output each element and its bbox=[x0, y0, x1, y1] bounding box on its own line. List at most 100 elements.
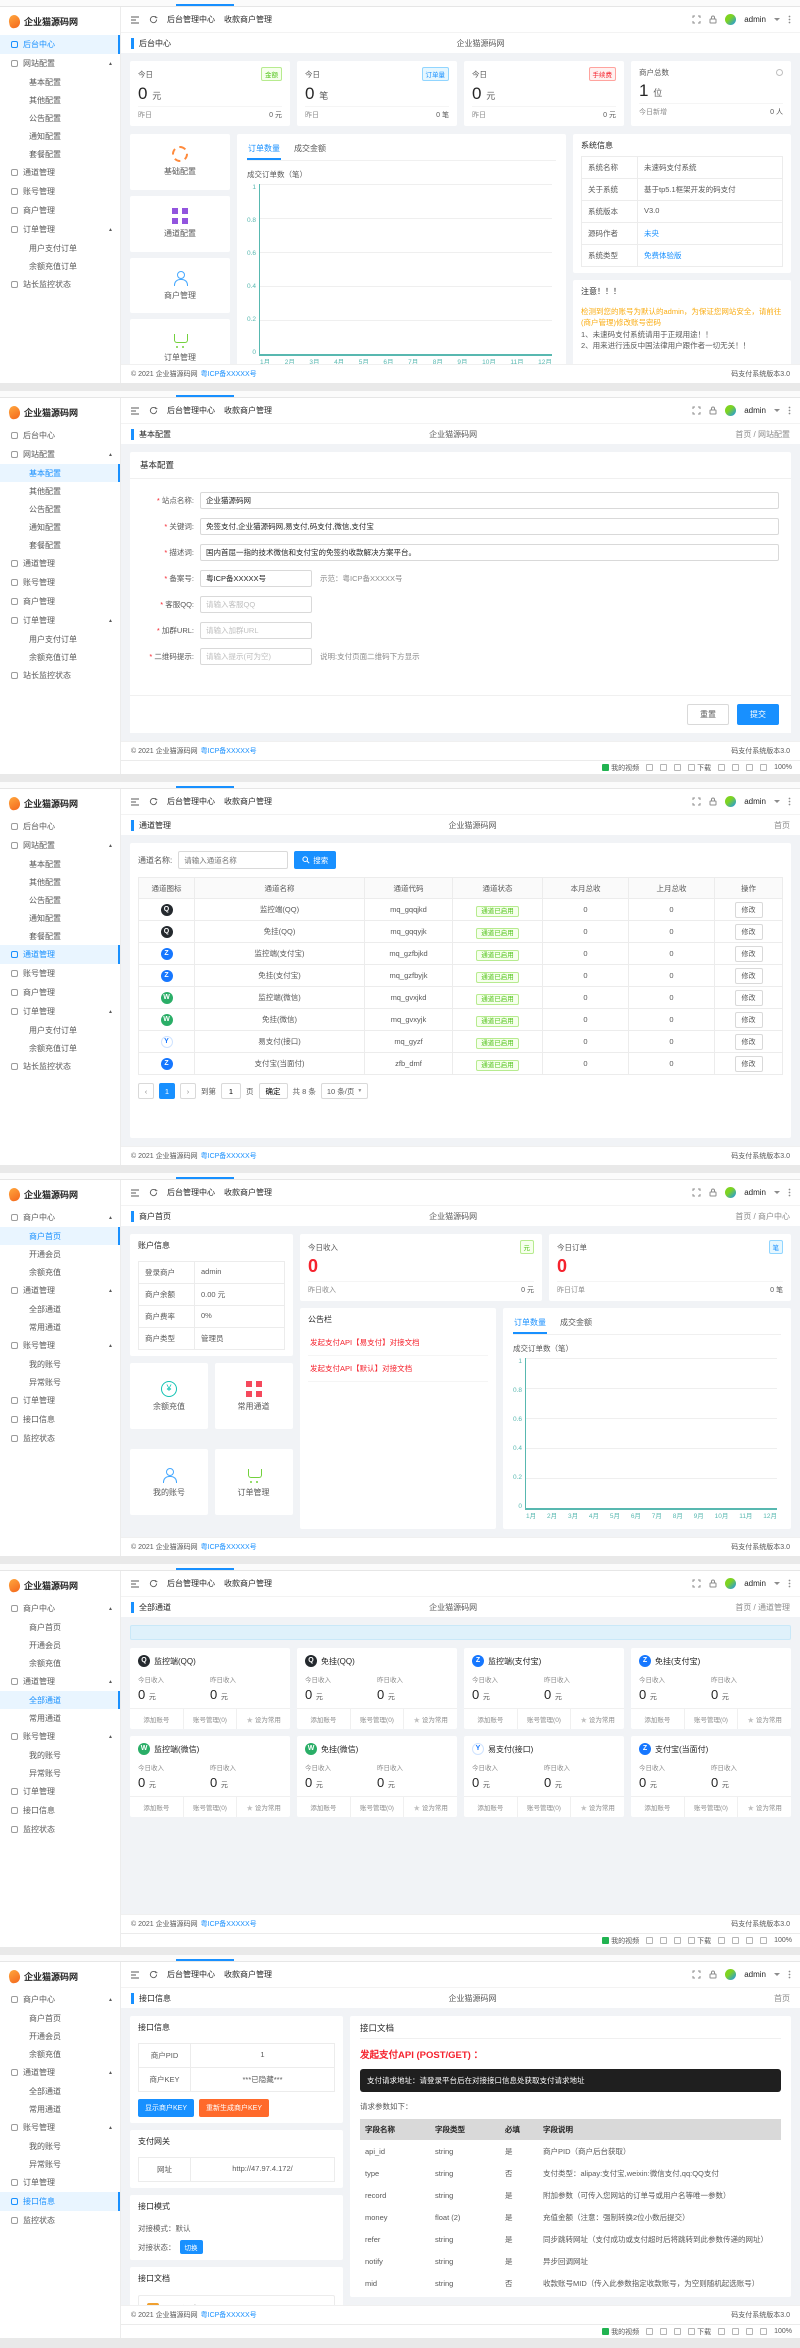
toolbar-icon[interactable] bbox=[660, 764, 667, 771]
set-favorite-link[interactable]: ★ 设为常用 bbox=[237, 1709, 290, 1729]
lock-icon[interactable] bbox=[709, 797, 717, 806]
add-account-link[interactable]: 添加账号 bbox=[464, 1709, 518, 1729]
manage-account-link[interactable]: 账号管理(0) bbox=[685, 1709, 739, 1729]
manage-account-link[interactable]: 账号管理(0) bbox=[518, 1709, 572, 1729]
refresh-icon[interactable] bbox=[149, 1188, 158, 1197]
sidebar-item[interactable]: 常用通道 bbox=[0, 1318, 120, 1336]
page-1-button[interactable]: 1 bbox=[159, 1083, 175, 1099]
set-favorite-link[interactable]: ★ 设为常用 bbox=[404, 1709, 457, 1729]
sidebar-item[interactable]: 基本配置 bbox=[0, 73, 120, 91]
refresh-icon[interactable] bbox=[149, 406, 158, 415]
sidebar-item[interactable]: 账号管理 ▲ bbox=[0, 1336, 120, 1355]
more-dots-icon[interactable] bbox=[788, 797, 791, 806]
sidebar-item[interactable]: 通道管理 bbox=[0, 554, 120, 573]
sidebar-item[interactable]: 异常账号 bbox=[0, 1764, 120, 1782]
edit-button[interactable]: 修改 bbox=[735, 1034, 763, 1050]
fullscreen-icon[interactable] bbox=[692, 406, 701, 415]
sidebar-item[interactable]: 公告配置 bbox=[0, 891, 120, 909]
chevron-down-icon[interactable] bbox=[774, 18, 780, 22]
sidebar-item[interactable]: 账号管理 bbox=[0, 573, 120, 592]
sidebar-item[interactable]: 基本配置 bbox=[0, 855, 120, 873]
sidebar-item[interactable]: 用户支付订单 bbox=[0, 239, 120, 257]
more-dots-icon[interactable] bbox=[788, 406, 791, 415]
logo[interactable]: 企业猫源码网 bbox=[0, 1962, 120, 1990]
toolbar-icon[interactable] bbox=[746, 764, 753, 771]
user-menu[interactable]: admin bbox=[744, 406, 766, 415]
api-doc-link[interactable]: 发起支付API【易支付】对接文档 bbox=[308, 1330, 488, 1356]
field-input[interactable] bbox=[200, 622, 312, 639]
refresh-icon[interactable] bbox=[149, 15, 158, 24]
sidebar-item[interactable]: 常用通道 bbox=[0, 2100, 120, 2118]
edit-button[interactable]: 修改 bbox=[735, 990, 763, 1006]
add-account-link[interactable]: 添加账号 bbox=[297, 1709, 351, 1729]
toolbar-icon[interactable] bbox=[674, 1937, 681, 1944]
set-favorite-link[interactable]: ★ 设为常用 bbox=[738, 1709, 791, 1729]
more-dots-icon[interactable] bbox=[788, 15, 791, 24]
download-label[interactable]: 下载 bbox=[697, 1936, 711, 1946]
sidebar-item[interactable]: 商户首页 bbox=[0, 1618, 120, 1636]
toolbar-icon[interactable] bbox=[660, 1937, 667, 1944]
avatar[interactable] bbox=[725, 1969, 736, 1980]
fullscreen-icon[interactable] bbox=[692, 15, 701, 24]
tab-admin-center[interactable]: 后台管理中心 bbox=[167, 14, 215, 25]
sidebar-item[interactable]: 商户管理 bbox=[0, 983, 120, 1002]
avatar[interactable] bbox=[725, 796, 736, 807]
toolbar-icon[interactable] bbox=[746, 2328, 753, 2335]
menu-collapse-icon[interactable] bbox=[130, 16, 140, 24]
download-icon[interactable] bbox=[688, 2328, 695, 2335]
avatar[interactable] bbox=[725, 14, 736, 25]
sidebar-item[interactable]: 订单管理 bbox=[0, 1391, 120, 1410]
menu-collapse-icon[interactable] bbox=[130, 1971, 140, 1979]
set-favorite-link[interactable]: ★ 设为常用 bbox=[571, 1709, 624, 1729]
user-menu[interactable]: admin bbox=[744, 1579, 766, 1588]
tab-admin-center[interactable]: 后台管理中心 bbox=[167, 1578, 215, 1589]
sidebar-item[interactable]: 全部通道 bbox=[0, 1300, 120, 1318]
sidebar-item[interactable]: 后台中心 bbox=[0, 817, 120, 836]
tab-merchant-manage[interactable]: 收款商户管理 bbox=[224, 1187, 272, 1198]
chevron-down-icon[interactable] bbox=[774, 800, 780, 804]
sidebar-item[interactable]: 套餐配置 bbox=[0, 927, 120, 945]
manage-account-link[interactable]: 账号管理(0) bbox=[685, 1797, 739, 1817]
sidebar-item[interactable]: 通道管理 ▲ bbox=[0, 1281, 120, 1300]
sidebar-item[interactable]: 通道管理 bbox=[0, 163, 120, 182]
sidebar-item[interactable]: 全部通道 bbox=[0, 1691, 120, 1709]
toolbar-icon[interactable] bbox=[646, 2328, 653, 2335]
sidebar-item[interactable]: 基本配置 bbox=[0, 464, 120, 482]
tab-merchant-manage[interactable]: 收款商户管理 bbox=[224, 1969, 272, 1980]
tab-admin-center[interactable]: 后台管理中心 bbox=[167, 1969, 215, 1980]
icp-link[interactable]: 粤ICP备XXXXX号 bbox=[201, 746, 257, 756]
sidebar-item[interactable]: 余额充值 bbox=[0, 2045, 120, 2063]
manage-account-link[interactable]: 账号管理(0) bbox=[184, 1709, 238, 1729]
menu-collapse-icon[interactable] bbox=[130, 1580, 140, 1588]
icp-link[interactable]: 粤ICP备XXXXX号 bbox=[201, 369, 257, 379]
sidebar-item[interactable]: 站长监控状态 bbox=[0, 1057, 120, 1076]
toolbar-icon[interactable] bbox=[674, 2328, 681, 2335]
sidebar-item[interactable]: 其他配置 bbox=[0, 91, 120, 109]
sidebar-item[interactable]: 站长监控状态 bbox=[0, 275, 120, 294]
sidebar-item[interactable]: 账号管理 bbox=[0, 182, 120, 201]
add-account-link[interactable]: 添加账号 bbox=[130, 1797, 184, 1817]
fullscreen-icon[interactable] bbox=[692, 1970, 701, 1979]
fullscreen-icon[interactable] bbox=[692, 1188, 701, 1197]
set-favorite-link[interactable]: ★ 设为常用 bbox=[237, 1797, 290, 1817]
sidebar-item[interactable]: 商户首页 bbox=[0, 1227, 120, 1245]
sidebar-item[interactable]: 通道管理 bbox=[0, 945, 120, 964]
show-key-button[interactable]: 显示商户KEY bbox=[138, 2099, 194, 2117]
field-input[interactable] bbox=[200, 596, 312, 613]
sidebar-item[interactable]: 我的账号 bbox=[0, 1746, 120, 1764]
tab-merchant-manage[interactable]: 收款商户管理 bbox=[224, 796, 272, 807]
refresh-icon[interactable] bbox=[149, 797, 158, 806]
menu-collapse-icon[interactable] bbox=[130, 407, 140, 415]
my-video-label[interactable]: 我的视频 bbox=[611, 2327, 639, 2337]
set-favorite-link[interactable]: ★ 设为常用 bbox=[404, 1797, 457, 1817]
next-page-button[interactable]: › bbox=[180, 1083, 196, 1099]
edit-button[interactable]: 修改 bbox=[735, 1056, 763, 1072]
add-account-link[interactable]: 添加账号 bbox=[631, 1797, 685, 1817]
toolbar-icon[interactable] bbox=[760, 764, 767, 771]
sidebar-item[interactable]: 账号管理 ▲ bbox=[0, 1727, 120, 1746]
sidebar-item[interactable]: 后台中心 bbox=[0, 426, 120, 445]
manage-account-link[interactable]: 账号管理(0) bbox=[351, 1797, 405, 1817]
sidebar-item[interactable]: 后台中心 bbox=[0, 35, 120, 54]
sidebar-item[interactable]: 余额充值订单 bbox=[0, 648, 120, 666]
my-video-label[interactable]: 我的视频 bbox=[611, 763, 639, 773]
